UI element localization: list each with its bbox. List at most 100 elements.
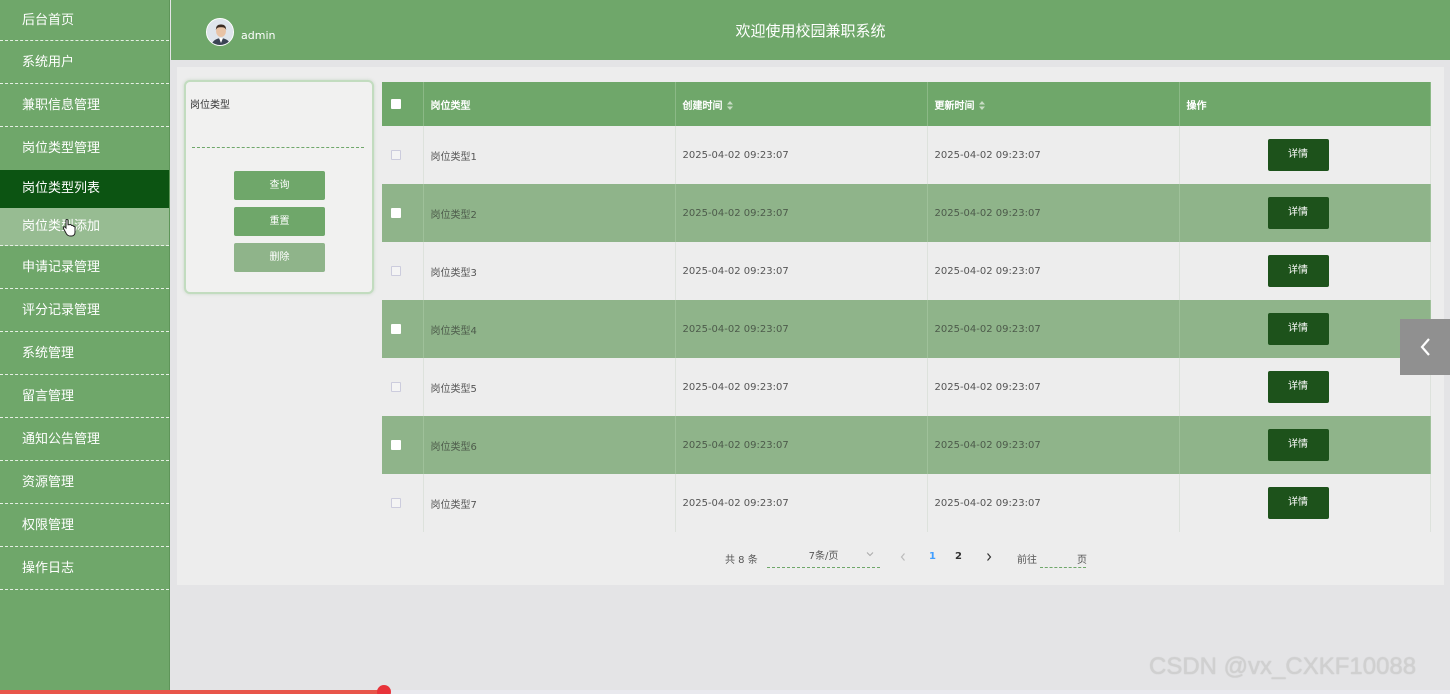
cell-updated: 2025-04-02 09:23:07: [927, 358, 1180, 416]
table-row: 岗位类型5 2025-04-02 09:23:07 2025-04-02 09:…: [382, 358, 1431, 416]
page-unit-label: 页: [1077, 555, 1087, 566]
row-checkbox-cell: [382, 126, 424, 184]
sidebar-item-home[interactable]: 后台首页: [0, 0, 169, 41]
cell-actions: 详情: [1179, 358, 1431, 416]
column-header-actions: 操作: [1179, 82, 1431, 126]
cell-actions: 详情: [1179, 416, 1431, 474]
column-header-label: 岗位类型: [430, 100, 471, 112]
sidebar-item-label: 岗位类型添加: [22, 219, 101, 234]
row-checkbox-cell: [382, 300, 424, 358]
row-checkbox[interactable]: [391, 497, 401, 508]
sidebar-item-operation-log[interactable]: 操作日志: [0, 547, 169, 590]
cell-actions: 详情: [1179, 184, 1431, 242]
next-page-icon[interactable]: [985, 551, 993, 563]
row-checkbox-cell: [382, 242, 424, 300]
row-checkbox[interactable]: [391, 207, 401, 218]
sidebar-item-label: 留言管理: [22, 389, 75, 404]
cell-updated: 2025-04-02 09:23:07: [927, 474, 1180, 532]
detail-button[interactable]: 详情: [1267, 429, 1329, 461]
cell-created: 2025-04-02 09:23:07: [675, 358, 928, 416]
page-title: 欢迎使用校园兼职系统: [735, 22, 886, 40]
sidebar-item-label: 申请记录管理: [22, 260, 101, 275]
sidebar-item-system-users[interactable]: 系统用户: [0, 41, 169, 84]
cell-created: 2025-04-02 09:23:07: [675, 126, 928, 184]
sidebar-item-permissions[interactable]: 权限管理: [0, 504, 169, 547]
detail-button[interactable]: 详情: [1267, 487, 1329, 519]
prev-page-icon[interactable]: [899, 551, 907, 563]
row-checkbox[interactable]: [391, 381, 401, 392]
cell-created: 2025-04-02 09:23:07: [675, 242, 928, 300]
cell-actions: 详情: [1179, 242, 1431, 300]
sidebar-item-label: 兼职信息管理: [22, 98, 101, 113]
detail-button[interactable]: 详情: [1267, 313, 1329, 345]
sidebar-item-label: 评分记录管理: [22, 303, 101, 318]
page-number-2[interactable]: 2: [955, 551, 962, 562]
sidebar-item-system-management[interactable]: 系统管理: [0, 332, 169, 375]
watermark: CSDN @vx_CXKF10088: [1149, 653, 1417, 680]
search-field-label: 岗位类型: [190, 100, 230, 111]
column-header-job-type: 岗位类型: [423, 82, 676, 126]
detail-button[interactable]: 详情: [1267, 139, 1329, 171]
table-row: 岗位类型7 2025-04-02 09:23:07 2025-04-02 09:…: [382, 474, 1431, 532]
row-checkbox-cell: [382, 184, 424, 242]
row-checkbox[interactable]: [391, 149, 401, 160]
cell-actions: 详情: [1179, 126, 1431, 184]
sidebar-item-application-records[interactable]: 申请记录管理: [0, 246, 169, 289]
detail-button[interactable]: 详情: [1267, 371, 1329, 403]
side-panel-toggle[interactable]: [1400, 319, 1450, 375]
cell-job-type: 岗位类型5: [423, 358, 676, 416]
job-type-search-input[interactable]: [192, 128, 364, 148]
sidebar-item-label: 资源管理: [22, 475, 75, 490]
detail-button[interactable]: 详情: [1267, 197, 1329, 229]
select-all-checkbox[interactable]: [391, 98, 401, 109]
table-header-row: 岗位类型 创建时间 更新时间 操作: [382, 82, 1431, 126]
main-content: 岗位类型 查询 重置 删除 岗位类型 创建时间 更新时间 操作 岗位类型 1 20…: [177, 67, 1444, 585]
select-all-cell: [382, 82, 424, 126]
progress-fill: [0, 690, 384, 694]
row-checkbox[interactable]: [391, 439, 401, 450]
row-checkbox[interactable]: [391, 323, 401, 334]
sidebar-item-job-info[interactable]: 兼职信息管理: [0, 84, 169, 127]
table-row: 岗位类型4 2025-04-02 09:23:07 2025-04-02 09:…: [382, 300, 1431, 358]
cell-job-type: 岗位类型6: [423, 416, 676, 474]
sidebar-item-job-type-list[interactable]: 岗位类型列表: [0, 170, 169, 208]
sort-icon[interactable]: [726, 101, 733, 110]
cell-updated: 2025-04-02 09:23:07: [927, 184, 1180, 242]
cell-created: 2025-04-02 09:23:07: [675, 416, 928, 474]
search-panel: 岗位类型 查询 重置 删除: [184, 80, 374, 294]
sidebar-item-label: 系统管理: [22, 346, 75, 361]
sidebar-item-job-type[interactable]: 岗位类型管理: [0, 127, 169, 170]
delete-button[interactable]: 删除: [234, 243, 325, 272]
reset-button[interactable]: 重置: [234, 207, 325, 236]
cell-job-type: 岗位类型7: [423, 474, 676, 532]
column-header-label: 创建时间: [682, 100, 723, 112]
sidebar-item-resources[interactable]: 资源管理: [0, 461, 169, 504]
goto-label: 前往: [1017, 555, 1037, 566]
sidebar-item-rating-records[interactable]: 评分记录管理: [0, 289, 169, 332]
progress-knob[interactable]: [377, 685, 391, 694]
sidebar: 后台首页 系统用户 兼职信息管理 岗位类型管理 岗位类型列表 岗位类型添加 申请…: [0, 0, 170, 694]
sort-icon[interactable]: [978, 101, 985, 110]
row-checkbox-cell: [382, 416, 424, 474]
sidebar-item-messages[interactable]: 留言管理: [0, 375, 169, 418]
row-checkbox-cell: [382, 474, 424, 532]
sidebar-item-label: 后台首页: [22, 13, 75, 28]
column-header-updated[interactable]: 更新时间: [927, 82, 1180, 126]
column-header-created[interactable]: 创建时间: [675, 82, 928, 126]
cell-updated: 2025-04-02 09:23:07: [927, 242, 1180, 300]
row-checkbox[interactable]: [391, 265, 401, 276]
sidebar-item-job-type-add[interactable]: 岗位类型添加: [0, 208, 169, 246]
column-header-label: 更新时间: [934, 100, 975, 112]
cell-created: 2025-04-02 09:23:07: [675, 184, 928, 242]
cell-created: 2025-04-02 09:23:07: [675, 300, 928, 358]
sidebar-item-announcements[interactable]: 通知公告管理: [0, 418, 169, 461]
page-number-1[interactable]: 1: [929, 551, 936, 562]
sidebar-item-label: 岗位类型列表: [22, 181, 101, 196]
table-row: 岗位类型3 2025-04-02 09:23:07 2025-04-02 09:…: [382, 242, 1431, 300]
video-progress-bar[interactable]: [0, 685, 1450, 694]
sidebar-item-label: 通知公告管理: [22, 432, 101, 447]
cell-job-type: 岗位类型4: [423, 300, 676, 358]
page-size-select[interactable]: 7条/页: [767, 548, 880, 568]
query-button[interactable]: 查询: [234, 171, 325, 200]
detail-button[interactable]: 详情: [1267, 255, 1329, 287]
